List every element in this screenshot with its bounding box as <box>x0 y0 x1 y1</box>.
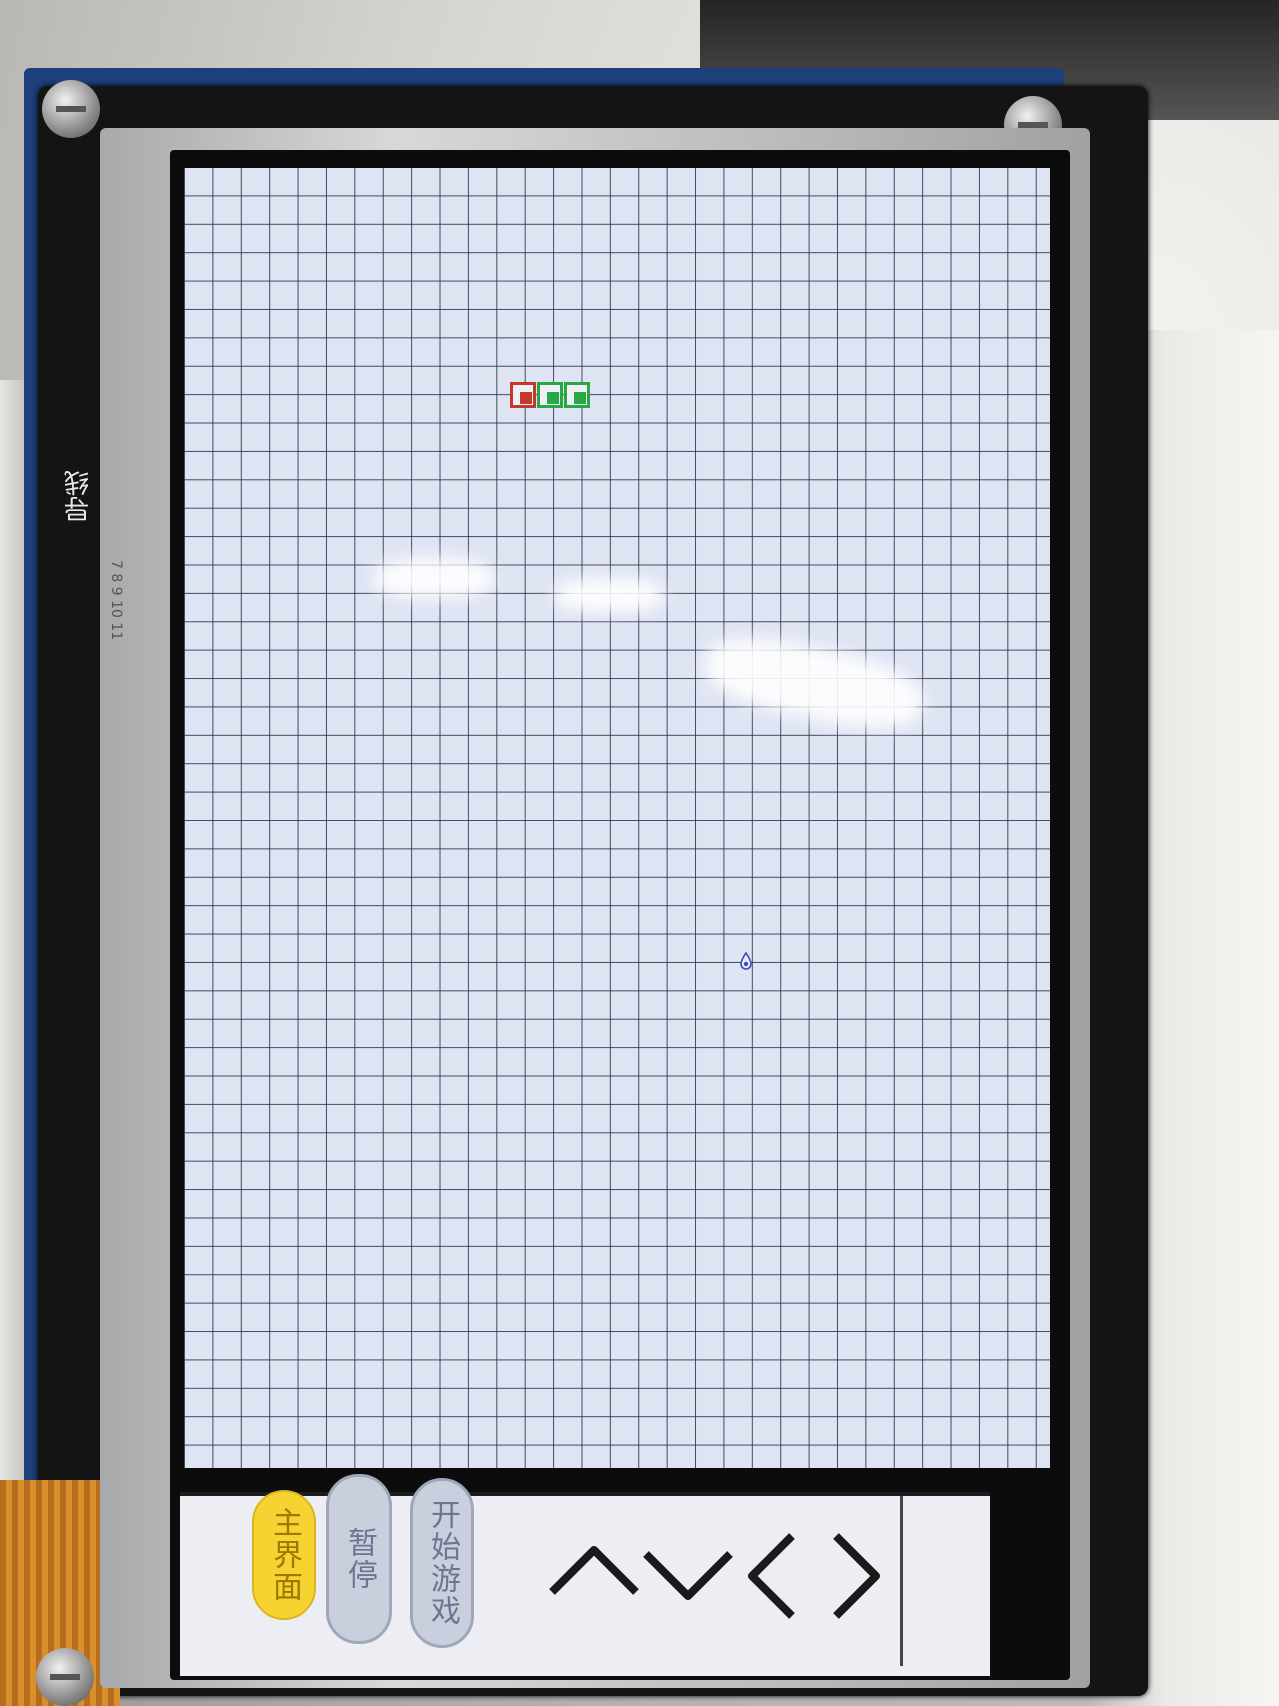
screen-glare <box>374 558 494 598</box>
start-game-button[interactable]: 开始游戏 <box>410 1478 474 1648</box>
snake-body-segment <box>537 382 563 408</box>
screen-glare <box>699 625 929 741</box>
screw-icon <box>42 80 100 138</box>
snake-body-segment <box>564 382 590 408</box>
left-arrow-icon <box>748 1533 795 1619</box>
left-arrow-button[interactable] <box>744 1530 798 1622</box>
food-drop-icon <box>739 951 753 970</box>
board-label: 导线 <box>64 470 94 522</box>
game-grid[interactable] <box>184 168 1050 1468</box>
main-menu-button[interactable]: 主界面 <box>252 1490 316 1620</box>
snake-head-icon <box>520 392 532 404</box>
pause-button[interactable]: 暂停 <box>326 1474 392 1644</box>
right-arrow-button[interactable] <box>830 1530 884 1622</box>
right-arrow-icon <box>833 1533 880 1619</box>
screw-icon <box>36 1648 94 1706</box>
snake-body-icon <box>547 392 559 404</box>
bezel-ruler: 7 8 9 10 11 <box>108 560 124 641</box>
screen-glare <box>554 578 664 612</box>
down-arrow-icon <box>643 1551 733 1600</box>
up-arrow-button[interactable] <box>548 1540 640 1600</box>
snake-body-icon <box>574 392 586 404</box>
panel-divider <box>900 1496 903 1666</box>
up-arrow-icon <box>549 1546 639 1595</box>
down-arrow-button[interactable] <box>642 1546 734 1606</box>
snake-head <box>510 382 536 408</box>
